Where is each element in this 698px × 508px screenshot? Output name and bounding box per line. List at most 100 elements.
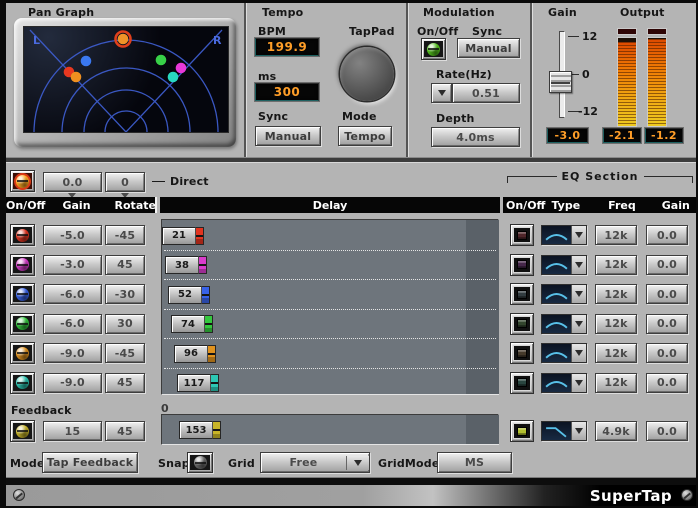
eq-onoff-button[interactable] <box>510 342 534 364</box>
gain-value-display[interactable]: -3.0 <box>546 127 589 144</box>
eq-gain-button[interactable]: 0.0 <box>646 284 688 304</box>
eq-onoff-button[interactable] <box>510 224 534 246</box>
output-title: Output <box>620 6 665 19</box>
mode-value: Tap Feedback <box>46 456 134 469</box>
eq-freq-value: 12k <box>604 258 628 271</box>
eq-bell-curve-icon <box>542 344 572 362</box>
window-frame <box>0 0 698 3</box>
tick-mark <box>568 36 579 37</box>
row-separator <box>164 367 496 369</box>
output-meter-right <box>647 28 667 127</box>
eq-state-icon <box>517 319 527 328</box>
feedback-eq-type-dropdown[interactable] <box>541 421 587 441</box>
rate-value-button[interactable]: 0.51 <box>452 83 520 103</box>
direct-rotate-button[interactable]: 0 <box>105 172 145 192</box>
brand-logo: SuperTap <box>589 487 672 505</box>
tempo-sync-button[interactable]: Manual <box>255 126 321 146</box>
header-endcap <box>155 197 157 213</box>
tap-columns-header: On/Off Gain Rotate <box>0 197 157 213</box>
mode-label: Mode <box>10 457 45 470</box>
eq-freq-button[interactable]: 12k <box>595 284 637 304</box>
eq-type-dropdown[interactable] <box>541 343 587 363</box>
section-divider <box>406 3 409 158</box>
direct-gain-button[interactable]: 0.0 <box>43 172 102 192</box>
pan-dot[interactable] <box>80 55 92 67</box>
meter-bar <box>647 37 667 127</box>
bpm-value: 199.9 <box>266 40 308 54</box>
tick-label: -12 <box>578 105 598 118</box>
eq-onoff-button[interactable] <box>510 312 534 335</box>
eq-gain-button[interactable]: 0.0 <box>646 343 688 363</box>
snap-led-button[interactable] <box>187 452 213 473</box>
row-separator <box>164 308 496 310</box>
direct-rotate-value: 0 <box>121 175 129 189</box>
tempo-sync-value: Manual <box>264 129 312 143</box>
direct-onoff-led-button[interactable] <box>10 170 35 192</box>
gridmode-button[interactable]: MS <box>437 452 512 473</box>
eq-onoff-button[interactable] <box>510 283 534 305</box>
bpm-display[interactable]: 199.9 <box>254 37 320 57</box>
eq-freq-button[interactable]: 12k <box>595 254 637 275</box>
pan-dot[interactable] <box>175 62 187 74</box>
section-divider <box>244 3 247 158</box>
depth-button[interactable]: 4.0ms <box>431 127 520 147</box>
output-left-value: -2.1 <box>608 129 636 142</box>
chevron-down-icon <box>572 344 586 362</box>
pan-dot[interactable] <box>167 71 179 83</box>
mod-sync-button[interactable]: Manual <box>457 38 520 58</box>
feedback-eq-freq-button[interactable]: 4.9k <box>595 421 637 441</box>
mod-sync-label: Sync <box>472 25 503 38</box>
eq-freq-button[interactable]: 12k <box>595 343 637 363</box>
eq-freq-value: 12k <box>604 228 628 242</box>
tappad-knob[interactable] <box>340 47 394 101</box>
eq-gain-button[interactable]: 0.0 <box>646 313 688 334</box>
eq-gain-button[interactable]: 0.0 <box>646 225 688 245</box>
mod-onoff-led-button[interactable] <box>421 38 446 60</box>
eq-state-icon <box>517 348 527 358</box>
clip-indicator[interactable] <box>617 28 637 35</box>
pan-dot[interactable] <box>70 71 82 83</box>
clip-indicator[interactable] <box>647 28 667 35</box>
ms-display[interactable]: 300 <box>254 82 320 102</box>
direct-gain-value: 0.0 <box>62 175 83 189</box>
pan-right-label: R <box>213 34 222 47</box>
eq-type-dropdown[interactable] <box>541 313 587 334</box>
eq-type-dropdown[interactable] <box>541 372 587 393</box>
eq-type-dropdown[interactable] <box>541 284 587 304</box>
feedback-eq-onoff-button[interactable] <box>510 420 534 442</box>
grid-value: Free <box>289 456 318 469</box>
eq-header-freq: Freq <box>608 198 636 212</box>
rate-value: 0.51 <box>472 86 500 100</box>
footer-bar: SuperTap <box>0 485 698 506</box>
eq-type-dropdown[interactable] <box>541 254 587 275</box>
grid-dropdown[interactable]: Free <box>260 452 370 473</box>
eq-freq-value: 12k <box>604 287 628 301</box>
pan-graph-bezel: L R <box>14 18 236 147</box>
pan-dot[interactable] <box>117 33 129 45</box>
eq-freq-button[interactable]: 12k <box>595 313 637 334</box>
eq-freq-button[interactable]: 12k <box>595 225 637 245</box>
eq-freq-button[interactable]: 12k <box>595 372 637 393</box>
feedback-eq-gain-button[interactable]: 0.0 <box>646 421 688 441</box>
pan-dot[interactable] <box>155 54 167 66</box>
eq-bell-curve-icon <box>542 255 572 274</box>
ms-value: 300 <box>273 85 301 99</box>
mode-button[interactable]: Tap Feedback <box>42 452 138 473</box>
tempo-mode-button[interactable]: Tempo <box>338 126 392 146</box>
output-right-value: -1.2 <box>650 129 678 142</box>
output-left-display: -2.1 <box>602 127 642 144</box>
eq-freq-value: 12k <box>604 317 628 330</box>
eq-onoff-button[interactable] <box>510 371 534 394</box>
eq-type-dropdown[interactable] <box>541 225 587 245</box>
eq-section-title: EQ Section <box>561 170 639 183</box>
eq-gain-button[interactable]: 0.0 <box>646 254 688 275</box>
eq-gain-button[interactable]: 0.0 <box>646 372 688 393</box>
eq-onoff-button[interactable] <box>510 253 534 276</box>
pan-graph-display[interactable]: L R <box>23 26 229 133</box>
eq-lowpass-curve-icon <box>542 422 572 440</box>
rate-dropdown-button[interactable] <box>431 83 452 103</box>
ms-label: ms <box>258 70 277 83</box>
gain-slider-thumb[interactable] <box>549 71 572 93</box>
chevron-down-icon <box>346 455 369 470</box>
header-onoff: On/Off <box>6 198 46 212</box>
